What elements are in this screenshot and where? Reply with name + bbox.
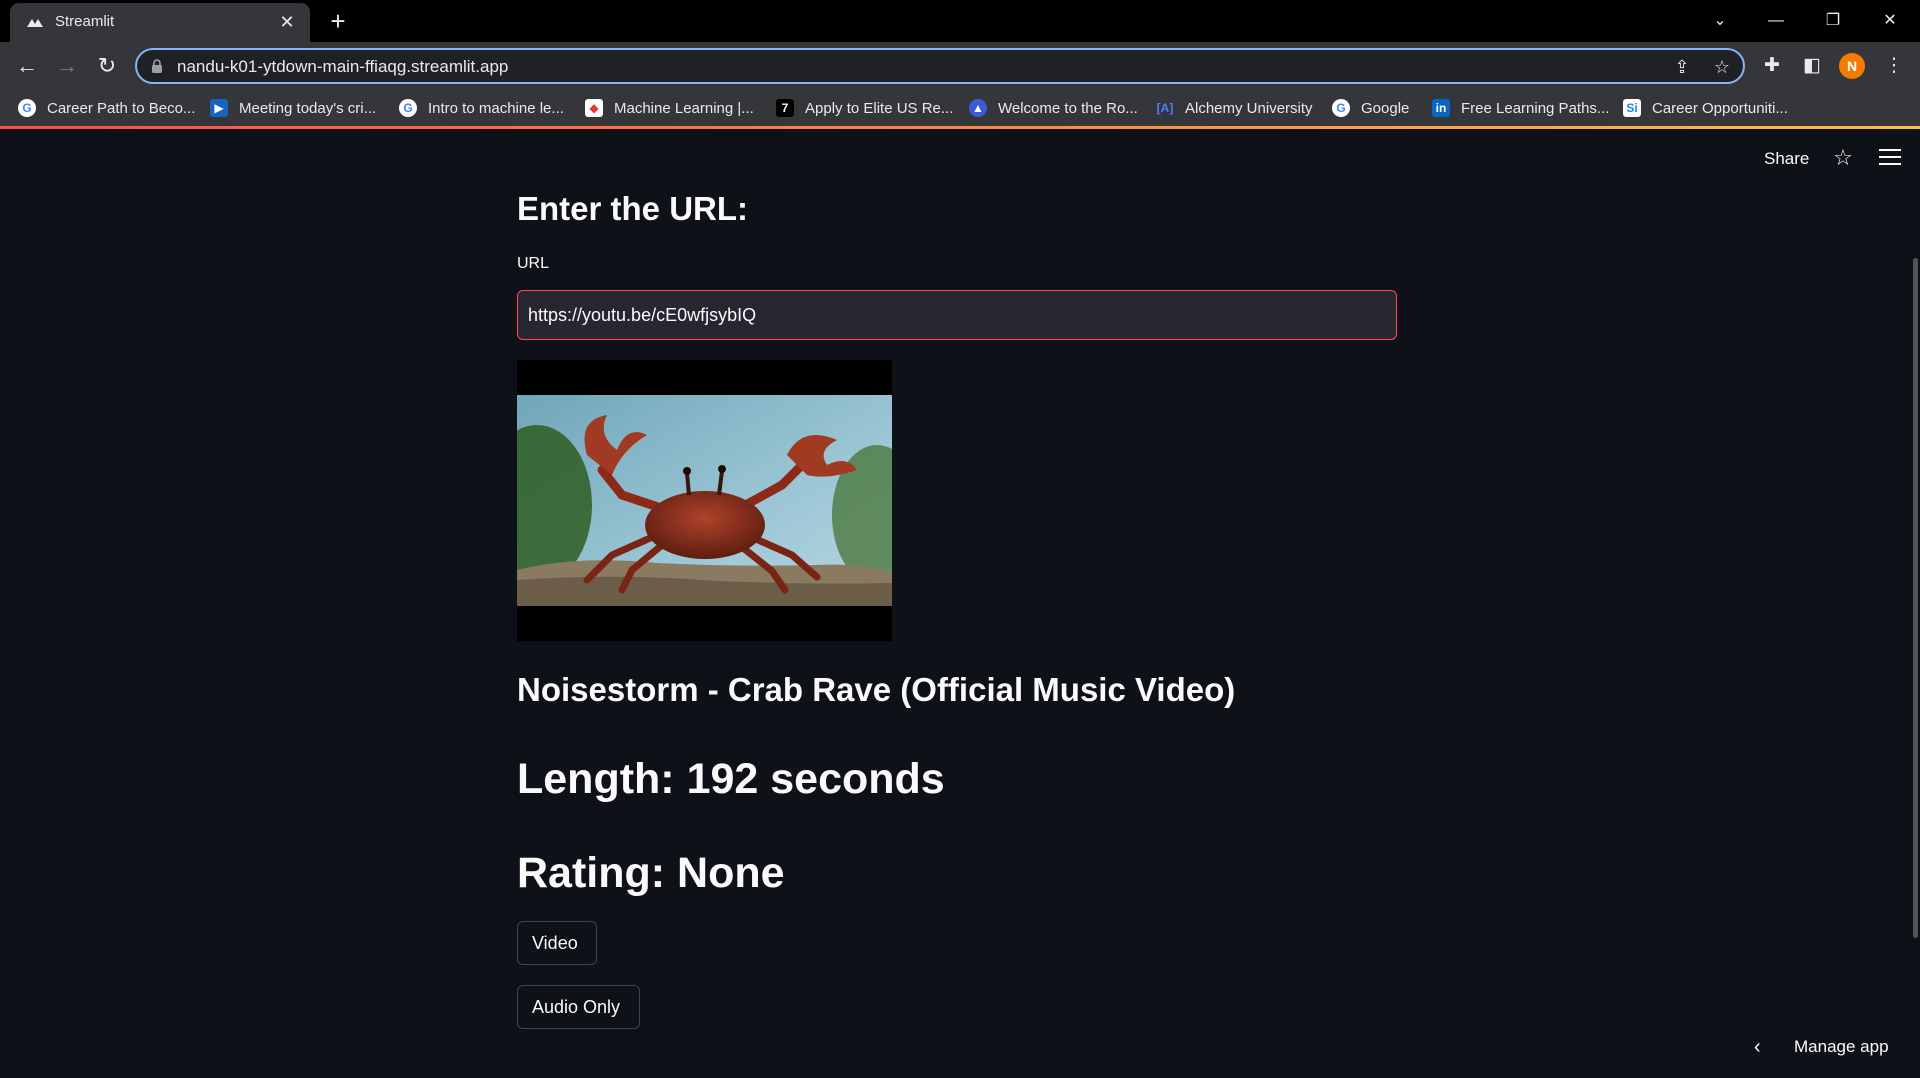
bookmark-label: Intro to machine le... [428, 99, 564, 117]
google-icon: G [399, 99, 417, 117]
forward-icon[interactable]: → [53, 52, 81, 80]
browser-tab[interactable]: Streamlit ✕ [10, 3, 310, 42]
bookmark-label: Welcome to the Ro... [998, 99, 1138, 117]
manage-app-button[interactable]: ‹ Manage app [1754, 1037, 1889, 1057]
bookmark-label: Apply to Elite US Re... [805, 99, 954, 117]
url-text: nandu-k01-ytdown-main-ffiaqg.streamlit.a… [177, 57, 509, 76]
video-thumbnail [517, 360, 892, 641]
ml-icon: ◆ [585, 99, 603, 117]
url-input[interactable]: https://youtu.be/cE0wfjsybIQ [517, 290, 1397, 340]
more-menu-icon[interactable]: ⋮ [1882, 54, 1906, 78]
bookmark-label: Machine Learning |... [614, 99, 754, 117]
chevron-left-icon: ‹ [1754, 1036, 1761, 1058]
manage-app-label: Manage app [1794, 1037, 1889, 1056]
back-icon[interactable]: ← [13, 52, 41, 80]
tab-search-icon[interactable]: ⌄ [1706, 8, 1734, 34]
new-tab-button[interactable]: + [324, 7, 352, 35]
lock-icon [152, 59, 162, 73]
bookmark-item[interactable]: Si Career Opportuniti... [1623, 96, 1788, 120]
bookmark-item[interactable]: G Intro to machine le... [399, 96, 564, 120]
hamburger-menu-icon[interactable] [1879, 149, 1901, 165]
bookmark-item[interactable]: in Free Learning Paths... [1432, 96, 1609, 120]
window-close-icon[interactable]: ✕ [1876, 8, 1904, 34]
bookmark-star-icon[interactable]: ☆ [1711, 56, 1733, 78]
bookmark-item[interactable]: G Career Path to Beco... [18, 96, 195, 120]
page-heading: Enter the URL: [517, 190, 748, 227]
video-download-button[interactable]: Video [517, 921, 597, 965]
bookmark-item[interactable]: G Google [1332, 96, 1409, 120]
side-panel-icon[interactable]: ◧ [1800, 54, 1824, 78]
bookmark-label: Career Path to Beco... [47, 99, 196, 117]
bookmarks-bar: G Career Path to Beco... ▶ Meeting today… [0, 90, 1920, 126]
linkedin-icon: in [1432, 99, 1450, 117]
profile-avatar[interactable]: N [1839, 53, 1865, 79]
reload-icon[interactable]: ↻ [93, 52, 121, 80]
bookmark-item[interactable]: ▲ Welcome to the Ro... [969, 96, 1138, 120]
streamlit-favicon-icon [27, 19, 43, 27]
share-button[interactable]: Share [1764, 149, 1809, 169]
close-icon[interactable]: ✕ [276, 11, 298, 33]
url-input-label: URL [517, 255, 550, 272]
google-icon: G [1332, 99, 1350, 117]
star-icon[interactable]: ☆ [1830, 145, 1856, 171]
share-page-icon[interactable]: ⇪ [1671, 56, 1693, 78]
minimize-icon[interactable]: — [1762, 8, 1790, 34]
bookmark-item[interactable]: ▶ Meeting today's cri... [210, 96, 376, 120]
video-length: Length: 192 seconds [517, 755, 945, 803]
extensions-icon[interactable]: ✚ [1760, 54, 1784, 78]
bookmark-label: Free Learning Paths... [1461, 99, 1610, 117]
streamlit-app: Share ☆ Enter the URL: URL https://youtu… [0, 129, 1920, 1078]
address-bar[interactable]: nandu-k01-ytdown-main-ffiaqg.streamlit.a… [135, 48, 1745, 84]
video-title: Noisestorm - Crab Rave (Official Music V… [517, 671, 1236, 708]
triangle-icon: ▲ [969, 99, 987, 117]
browser-titlebar: Streamlit ✕ + ⌄ — ❐ ✕ [0, 0, 1920, 42]
bracket-a-icon: [A] [1156, 101, 1174, 115]
scrollbar-thumb[interactable] [1913, 258, 1918, 938]
bookmark-label: Career Opportuniti... [1652, 99, 1788, 117]
bookmark-item[interactable]: ◆ Machine Learning |... [585, 96, 754, 120]
browser-toolbar: ← → ↻ nandu-k01-ytdown-main-ffiaqg.strea… [0, 42, 1920, 90]
google-icon: G [18, 99, 36, 117]
bookmark-item[interactable]: 7 Apply to Elite US Re... [776, 96, 953, 120]
bookmark-label: Google [1361, 99, 1410, 117]
audio-only-button[interactable]: Audio Only [517, 985, 640, 1029]
si-icon: Si [1623, 99, 1641, 117]
video-rating: Rating: None [517, 849, 785, 897]
bookmark-label: Meeting today's cri... [239, 99, 377, 117]
crab-image [517, 395, 892, 606]
restore-icon[interactable]: ❐ [1819, 8, 1847, 34]
tab-title: Streamlit [55, 13, 115, 30]
bookmark-label: Alchemy University [1185, 99, 1313, 117]
bookmark-item[interactable]: [A] Alchemy University [1156, 96, 1313, 120]
play-icon: ▶ [210, 99, 228, 117]
seven-icon: 7 [776, 99, 794, 117]
